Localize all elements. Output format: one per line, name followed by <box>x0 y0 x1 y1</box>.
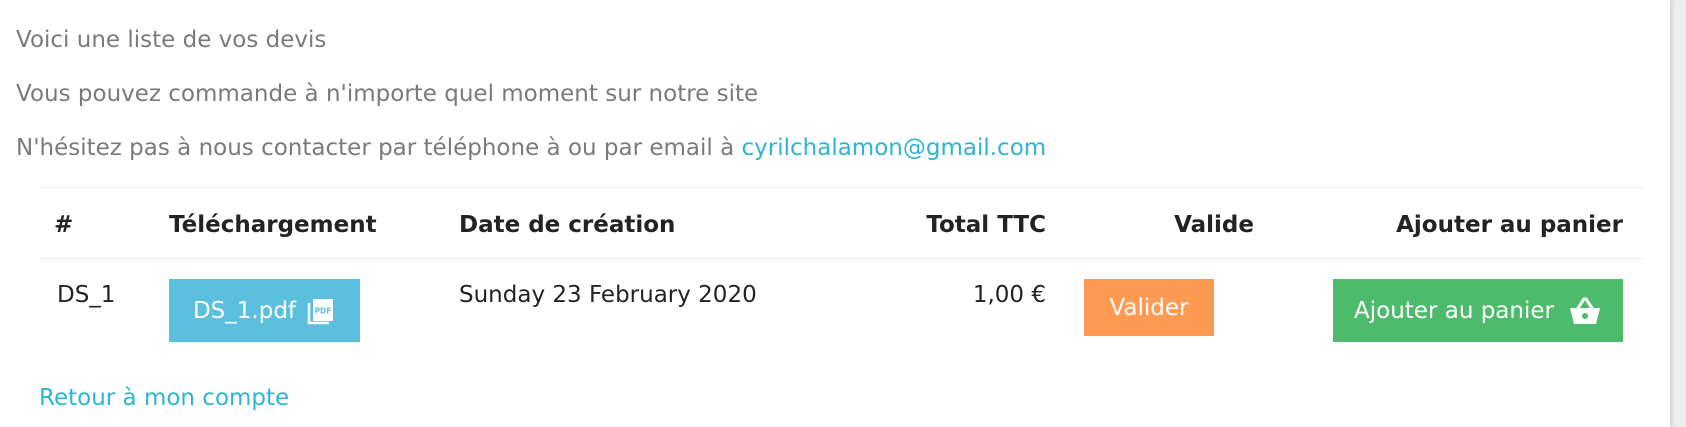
quotes-table: # Téléchargement Date de création Total … <box>39 187 1642 359</box>
creation-date: Sunday 23 February 2020 <box>459 282 757 308</box>
intro-line-1: Voici une liste de vos devis <box>16 27 327 53</box>
total-ttc: 1,00 € <box>972 282 1046 308</box>
contact-text: N'hésitez pas à nous contacter par télép… <box>16 135 742 161</box>
add-to-cart-label: Ajouter au panier <box>1354 297 1554 324</box>
shopping-basket-icon <box>1568 296 1602 326</box>
quotes-panel: Voici une liste de vos devis Vous pouvez… <box>0 0 1670 427</box>
column-header-add-to-cart: Ajouter au panier <box>1396 212 1623 238</box>
download-pdf-button[interactable]: DS_1.pdf PDF <box>169 279 360 342</box>
column-header-download: Téléchargement <box>169 212 377 238</box>
column-header-total: Total TTC <box>926 212 1046 238</box>
email-link[interactable]: cyrilchalamon@gmail.com <box>742 135 1047 161</box>
table-top-divider <box>39 187 1642 188</box>
quote-number: DS_1 <box>57 282 116 308</box>
table-header-divider <box>39 258 1642 259</box>
intro-line-3: N'hésitez pas à nous contacter par télép… <box>16 133 1046 163</box>
column-header-valid: Valide <box>1174 212 1254 238</box>
pdf-file-icon: PDF <box>306 296 336 326</box>
column-header-created: Date de création <box>459 212 676 238</box>
column-header-number: # <box>54 212 74 238</box>
svg-text:PDF: PDF <box>315 306 332 315</box>
download-label: DS_1.pdf <box>192 297 297 324</box>
add-to-cart-button[interactable]: Ajouter au panier <box>1333 279 1623 342</box>
back-to-account-link[interactable]: Retour à mon compte <box>39 383 289 413</box>
intro-line-2: Vous pouvez commande à n'importe quel mo… <box>16 81 759 107</box>
validate-button[interactable]: Valider <box>1084 279 1214 336</box>
